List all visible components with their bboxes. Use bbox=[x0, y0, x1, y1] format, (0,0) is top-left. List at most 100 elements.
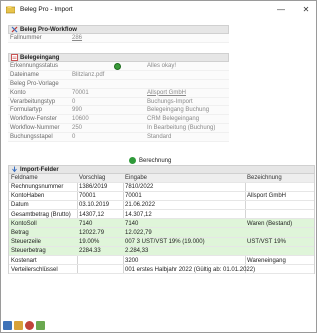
cell-vorschlag: 2284.33 bbox=[79, 248, 101, 255]
cell-vorschlag: 70001 bbox=[79, 193, 96, 200]
table-row[interactable]: KontoSoll 7140 7140 Waren (Bestand) bbox=[9, 219, 314, 229]
dateiname-value: Blitzlanz.pdf bbox=[72, 71, 105, 78]
cell-feldname: KontoSoll bbox=[11, 220, 37, 227]
berechnung-button[interactable]: Berechnung bbox=[129, 157, 171, 164]
cell-feldname: Gesamtbetrag (Brutto) bbox=[11, 211, 71, 218]
col-header-feldname[interactable]: Feldname bbox=[11, 175, 38, 181]
document-icon bbox=[11, 54, 18, 61]
cell-eingabe[interactable]: 007 3 UST/VST 19% (19.000) bbox=[125, 239, 205, 245]
cell-eingabe[interactable]: 12.022,79 bbox=[125, 230, 152, 236]
import-title: Import-Felder bbox=[20, 166, 59, 173]
cell-bezeichnung: Allsport GmbH bbox=[247, 193, 287, 200]
row-verarbeitungstyp: Verarbeitungstyp 0 Buchungs-Import bbox=[8, 97, 229, 107]
import-header[interactable]: Import-Felder bbox=[8, 165, 315, 174]
table-row[interactable]: Steuerbetrag 2284.33 2.284,33 bbox=[9, 246, 314, 256]
cell-vorschlag: 12022.79 bbox=[79, 229, 105, 236]
import-icon bbox=[12, 166, 17, 173]
table-row[interactable]: Betrag 12022.79 12.022,79 bbox=[9, 228, 314, 238]
belegeingang-title: Belegeingang bbox=[20, 54, 60, 61]
workflow-nummer-text: In Bearbeitung (Buchung) bbox=[147, 125, 216, 132]
workflow-section: Beleg Pro-Workflow Fallnummer 286 bbox=[8, 25, 229, 43]
title-bar: Beleg Pro - Import — ✕ bbox=[1, 1, 316, 20]
cell-eingabe[interactable]: 21.06.2022 bbox=[125, 202, 155, 208]
row-vorlage: Beleg Pro-Vorlage bbox=[8, 79, 229, 89]
cell-bezeichnung: Waren (Bestand) bbox=[247, 220, 293, 227]
row-workflow-fenster: Workflow-Fenster 10600 CRM Belegeingang bbox=[8, 115, 229, 125]
stop-icon[interactable] bbox=[25, 321, 34, 330]
label-fallnummer: Fallnummer bbox=[10, 35, 42, 41]
buchungsstapel-value: 0 bbox=[72, 134, 76, 141]
row-buchungsstapel: Buchungsstapel 0 Standard bbox=[8, 133, 229, 143]
cell-eingabe[interactable]: 2.284,33 bbox=[125, 248, 148, 254]
cell-feldname: Kostenart bbox=[11, 257, 37, 264]
cell-bezeichnung: UST/VST 19% bbox=[247, 239, 286, 246]
table-row[interactable]: Datum 03.10.2019 21.06.2022 bbox=[9, 201, 314, 211]
cell-eingabe[interactable]: 70001 bbox=[125, 193, 142, 199]
bottom-toolbar bbox=[3, 321, 45, 331]
label-formulartyp: Formulartyp bbox=[10, 107, 43, 114]
workflow-header[interactable]: Beleg Pro-Workflow bbox=[8, 25, 229, 34]
fallnummer-link[interactable]: 286 bbox=[72, 35, 82, 41]
cell-feldname: Datum bbox=[11, 202, 29, 209]
workflow-icon bbox=[11, 26, 18, 33]
konto-value: 70001 bbox=[72, 89, 89, 96]
label-dateiname: Dateiname bbox=[10, 71, 40, 78]
label-erkennungsstatus: Erkennungsstatus bbox=[10, 63, 59, 69]
row-konto: Konto 70001 Allsport GmbH bbox=[8, 88, 229, 98]
close-button[interactable]: ✕ bbox=[300, 4, 312, 16]
calc-status-icon bbox=[129, 157, 136, 164]
cell-feldname: Steuerzeile bbox=[11, 239, 42, 246]
window-title: Beleg Pro - Import bbox=[20, 6, 73, 13]
table-row[interactable]: Rechnungsnummer 1386/2019 7810/2022 bbox=[9, 183, 314, 192]
table-row[interactable]: KontoHaben 70001 70001 Allsport GmbH bbox=[9, 192, 314, 201]
workflow-fenster-value: 10600 bbox=[72, 116, 89, 123]
cell-vorschlag: 03.10.2019 bbox=[79, 202, 110, 209]
cell-vorschlag: 7140 bbox=[79, 220, 93, 227]
row-erkennungsstatus: Erkennungsstatus Alles okay! bbox=[8, 62, 229, 71]
cell-feldname: Rechnungsnummer bbox=[11, 184, 64, 190]
refresh-icon[interactable] bbox=[36, 321, 45, 330]
table-row[interactable]: Gesamtbetrag (Brutto) 14307,12 14.307,12 bbox=[9, 210, 314, 220]
cell-eingabe[interactable]: 14.307,12 bbox=[125, 212, 152, 218]
col-header-bezeichnung[interactable]: Bezeichnung bbox=[247, 175, 282, 181]
row-fallnummer: Fallnummer 286 bbox=[8, 34, 229, 43]
cell-vorschlag: 1386/2019 bbox=[79, 184, 108, 190]
table-row[interactable]: Kostenart 3200 Wareneingang bbox=[9, 256, 314, 266]
row-workflow-nummer: Workflow-Nummer 250 In Bearbeitung (Buch… bbox=[8, 124, 229, 134]
cell-vorschlag: 19.00% bbox=[79, 239, 100, 246]
row-formulartyp: Formulartyp 990 Belegeingang Buchung bbox=[8, 106, 229, 116]
label-workflow-fenster: Workflow-Fenster bbox=[10, 116, 57, 123]
table-row[interactable]: Steuerzeile 19.00% 007 3 UST/VST 19% (19… bbox=[9, 237, 314, 247]
verarbeitungstyp-text: Buchungs-Import bbox=[147, 98, 193, 105]
formulartyp-text: Belegeingang Buchung bbox=[147, 107, 210, 114]
cell-feldname: Steuerbetrag bbox=[11, 248, 46, 255]
belegeingang-section: Belegeingang Erkennungsstatus Alles okay… bbox=[8, 53, 229, 143]
workflow-fenster-text: CRM Belegeingang bbox=[147, 116, 200, 123]
folder-icon[interactable] bbox=[14, 321, 23, 330]
label-vorlage: Beleg Pro-Vorlage bbox=[10, 80, 59, 87]
cell-eingabe[interactable]: 3200 bbox=[125, 258, 138, 264]
col-header-vorschlag[interactable]: Vorschlag bbox=[79, 175, 105, 181]
workflow-nummer-value: 250 bbox=[72, 125, 83, 132]
cell-eingabe[interactable]: 7140 bbox=[125, 221, 138, 227]
formulartyp-value: 990 bbox=[72, 107, 83, 114]
table-row[interactable]: Verteilerschlüssel 001 erstes Halbjahr 2… bbox=[9, 265, 314, 275]
status-ok-icon bbox=[114, 62, 121, 70]
cell-vorschlag: 14307,12 bbox=[79, 211, 105, 218]
label-buchungsstapel: Buchungsstapel bbox=[10, 134, 53, 141]
import-window: Beleg Pro - Import — ✕ Beleg Pro-Workflo… bbox=[0, 0, 317, 333]
cell-feldname: Verteilerschlüssel bbox=[11, 266, 58, 273]
belegeingang-header[interactable]: Belegeingang bbox=[8, 53, 229, 62]
cell-feldname: KontoHaben bbox=[11, 193, 45, 200]
cell-eingabe[interactable]: 001 erstes Halbjahr 2022 (Gültig ab: 01.… bbox=[125, 267, 255, 273]
label-workflow-nummer: Workflow-Nummer bbox=[10, 125, 60, 132]
col-header-eingabe[interactable]: Eingabe bbox=[125, 175, 147, 181]
berechnung-label: Berechnung bbox=[139, 157, 172, 164]
label-konto: Konto bbox=[10, 89, 26, 96]
konto-name-link[interactable]: Allsport GmbH bbox=[147, 90, 186, 96]
import-fields-section: Import-Felder Feldname Vorschlag Eingabe… bbox=[8, 165, 315, 275]
buchungsstapel-text: Standard bbox=[147, 134, 172, 141]
cell-eingabe[interactable]: 7810/2022 bbox=[125, 184, 153, 190]
minimize-button[interactable]: — bbox=[275, 4, 287, 16]
save-icon[interactable] bbox=[3, 321, 12, 330]
